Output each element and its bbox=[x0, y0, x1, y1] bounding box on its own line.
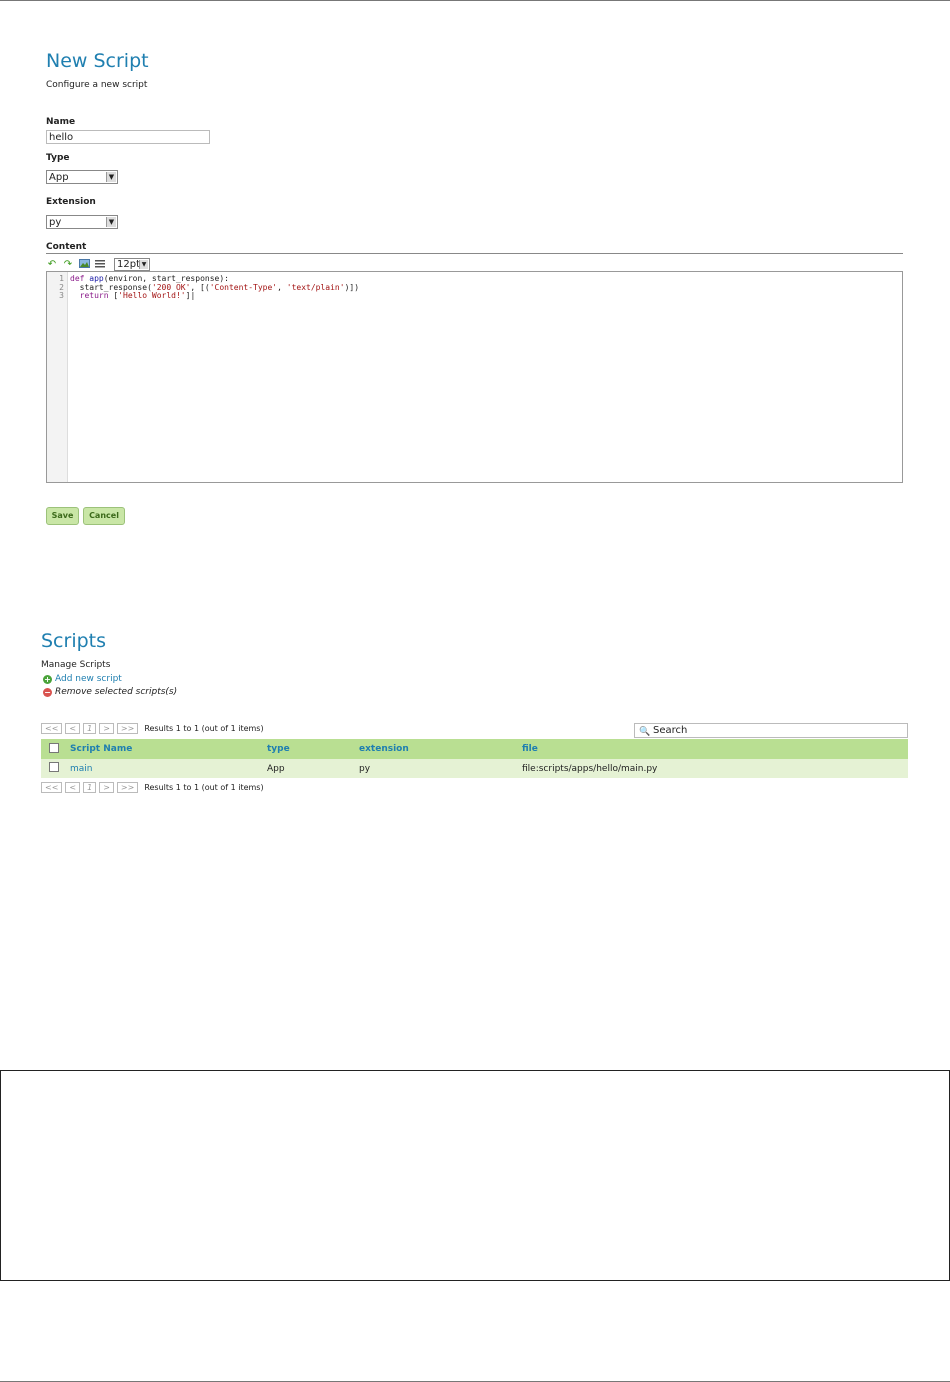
column-header-type[interactable]: type bbox=[267, 739, 359, 759]
row-checkbox[interactable] bbox=[49, 762, 59, 772]
last-page-button[interactable]: >> bbox=[116, 782, 139, 793]
name-label: Name bbox=[46, 117, 76, 127]
list-icon[interactable] bbox=[94, 259, 106, 270]
search-input[interactable]: 🔍 Search bbox=[634, 723, 908, 738]
redo-icon[interactable]: ↷ bbox=[62, 259, 74, 270]
chevron-down-icon: ▼ bbox=[106, 172, 116, 182]
page-subtitle: Configure a new script bbox=[46, 80, 148, 90]
font-size-select[interactable]: 12pt ▼ bbox=[114, 257, 150, 271]
search-placeholder: Search bbox=[653, 725, 688, 736]
extension-label: Extension bbox=[46, 197, 96, 207]
last-page-button[interactable]: >> bbox=[116, 723, 139, 734]
table-header: Script Name type extension file bbox=[41, 739, 908, 759]
font-size-value: 12pt bbox=[117, 258, 140, 270]
line-number: 2 bbox=[59, 282, 64, 292]
pager-bottom: << < 1 > >> Results 1 to 1 (out of 1 ite… bbox=[41, 782, 264, 793]
line-number: 1 bbox=[59, 274, 64, 283]
code-editor[interactable]: 1 2 3 def app(environ, start_response): … bbox=[46, 271, 903, 483]
type-label: Type bbox=[46, 153, 70, 163]
row-select-cell bbox=[41, 759, 70, 778]
code-line: return ['Hello World!']| bbox=[79, 291, 196, 300]
code-content[interactable]: def app(environ, start_response): start_… bbox=[70, 274, 359, 301]
add-script-label: Add new script bbox=[55, 674, 122, 684]
page-title: New Script bbox=[46, 50, 149, 72]
first-page-button[interactable]: << bbox=[41, 782, 63, 793]
column-header-file[interactable]: file bbox=[522, 739, 908, 759]
chevron-down-icon: ▼ bbox=[139, 259, 148, 269]
undo-icon[interactable]: ↶ bbox=[46, 259, 58, 270]
results-count: Results 1 to 1 (out of 1 items) bbox=[144, 724, 264, 733]
content-label: Content bbox=[46, 242, 87, 252]
script-type: App bbox=[267, 759, 359, 778]
next-page-button[interactable]: > bbox=[99, 723, 114, 734]
search-icon: 🔍 bbox=[639, 727, 651, 737]
type-select-value: App bbox=[49, 172, 69, 183]
column-header-extension[interactable]: extension bbox=[359, 739, 522, 759]
image-icon[interactable] bbox=[78, 258, 90, 270]
select-all-cell bbox=[41, 739, 70, 759]
column-header-name[interactable]: Script Name bbox=[70, 739, 267, 759]
add-icon: + bbox=[43, 674, 52, 684]
scripts-subtitle: Manage Scripts bbox=[41, 660, 111, 670]
add-script-link[interactable]: + Add new script bbox=[43, 674, 122, 684]
pager-top: << < 1 > >> Results 1 to 1 (out of 1 ite… bbox=[41, 723, 264, 734]
script-file: file:scripts/apps/hello/main.py bbox=[522, 759, 908, 778]
cancel-button[interactable]: Cancel bbox=[83, 507, 125, 525]
results-count: Results 1 to 1 (out of 1 items) bbox=[144, 783, 264, 792]
type-select[interactable]: App ▼ bbox=[46, 170, 118, 184]
next-page-button[interactable]: > bbox=[99, 782, 114, 793]
extension-select[interactable]: py ▼ bbox=[46, 215, 118, 229]
remove-scripts-label: Remove selected scripts(s) bbox=[55, 687, 178, 697]
remove-icon: − bbox=[43, 687, 52, 697]
page-number-button[interactable]: 1 bbox=[83, 723, 97, 734]
scripts-title: Scripts bbox=[41, 630, 107, 652]
prev-page-button[interactable]: < bbox=[65, 782, 81, 793]
line-gutter: 1 2 3 bbox=[47, 272, 68, 482]
content-divider bbox=[46, 253, 903, 254]
top-rule bbox=[0, 0, 950, 1]
name-field[interactable]: hello bbox=[46, 130, 210, 144]
empty-frame bbox=[0, 1070, 950, 1281]
extension-select-value: py bbox=[49, 217, 62, 228]
script-name-link[interactable]: main bbox=[70, 759, 267, 778]
save-button[interactable]: Save bbox=[46, 507, 79, 525]
page-number-button[interactable]: 1 bbox=[83, 782, 97, 793]
prev-page-button[interactable]: < bbox=[65, 723, 81, 734]
table-row: main App py file:scripts/apps/hello/main… bbox=[41, 759, 908, 778]
editor-toolbar: ↶ ↷ 12pt ▼ bbox=[46, 257, 150, 271]
script-extension: py bbox=[359, 759, 522, 778]
remove-scripts-link[interactable]: − Remove selected scripts(s) bbox=[43, 687, 177, 697]
first-page-button[interactable]: << bbox=[41, 723, 63, 734]
select-all-checkbox[interactable] bbox=[49, 742, 59, 753]
line-number: 3 bbox=[59, 291, 64, 300]
chevron-down-icon: ▼ bbox=[106, 217, 116, 227]
scripts-table: Script Name type extension file main App… bbox=[41, 739, 908, 778]
